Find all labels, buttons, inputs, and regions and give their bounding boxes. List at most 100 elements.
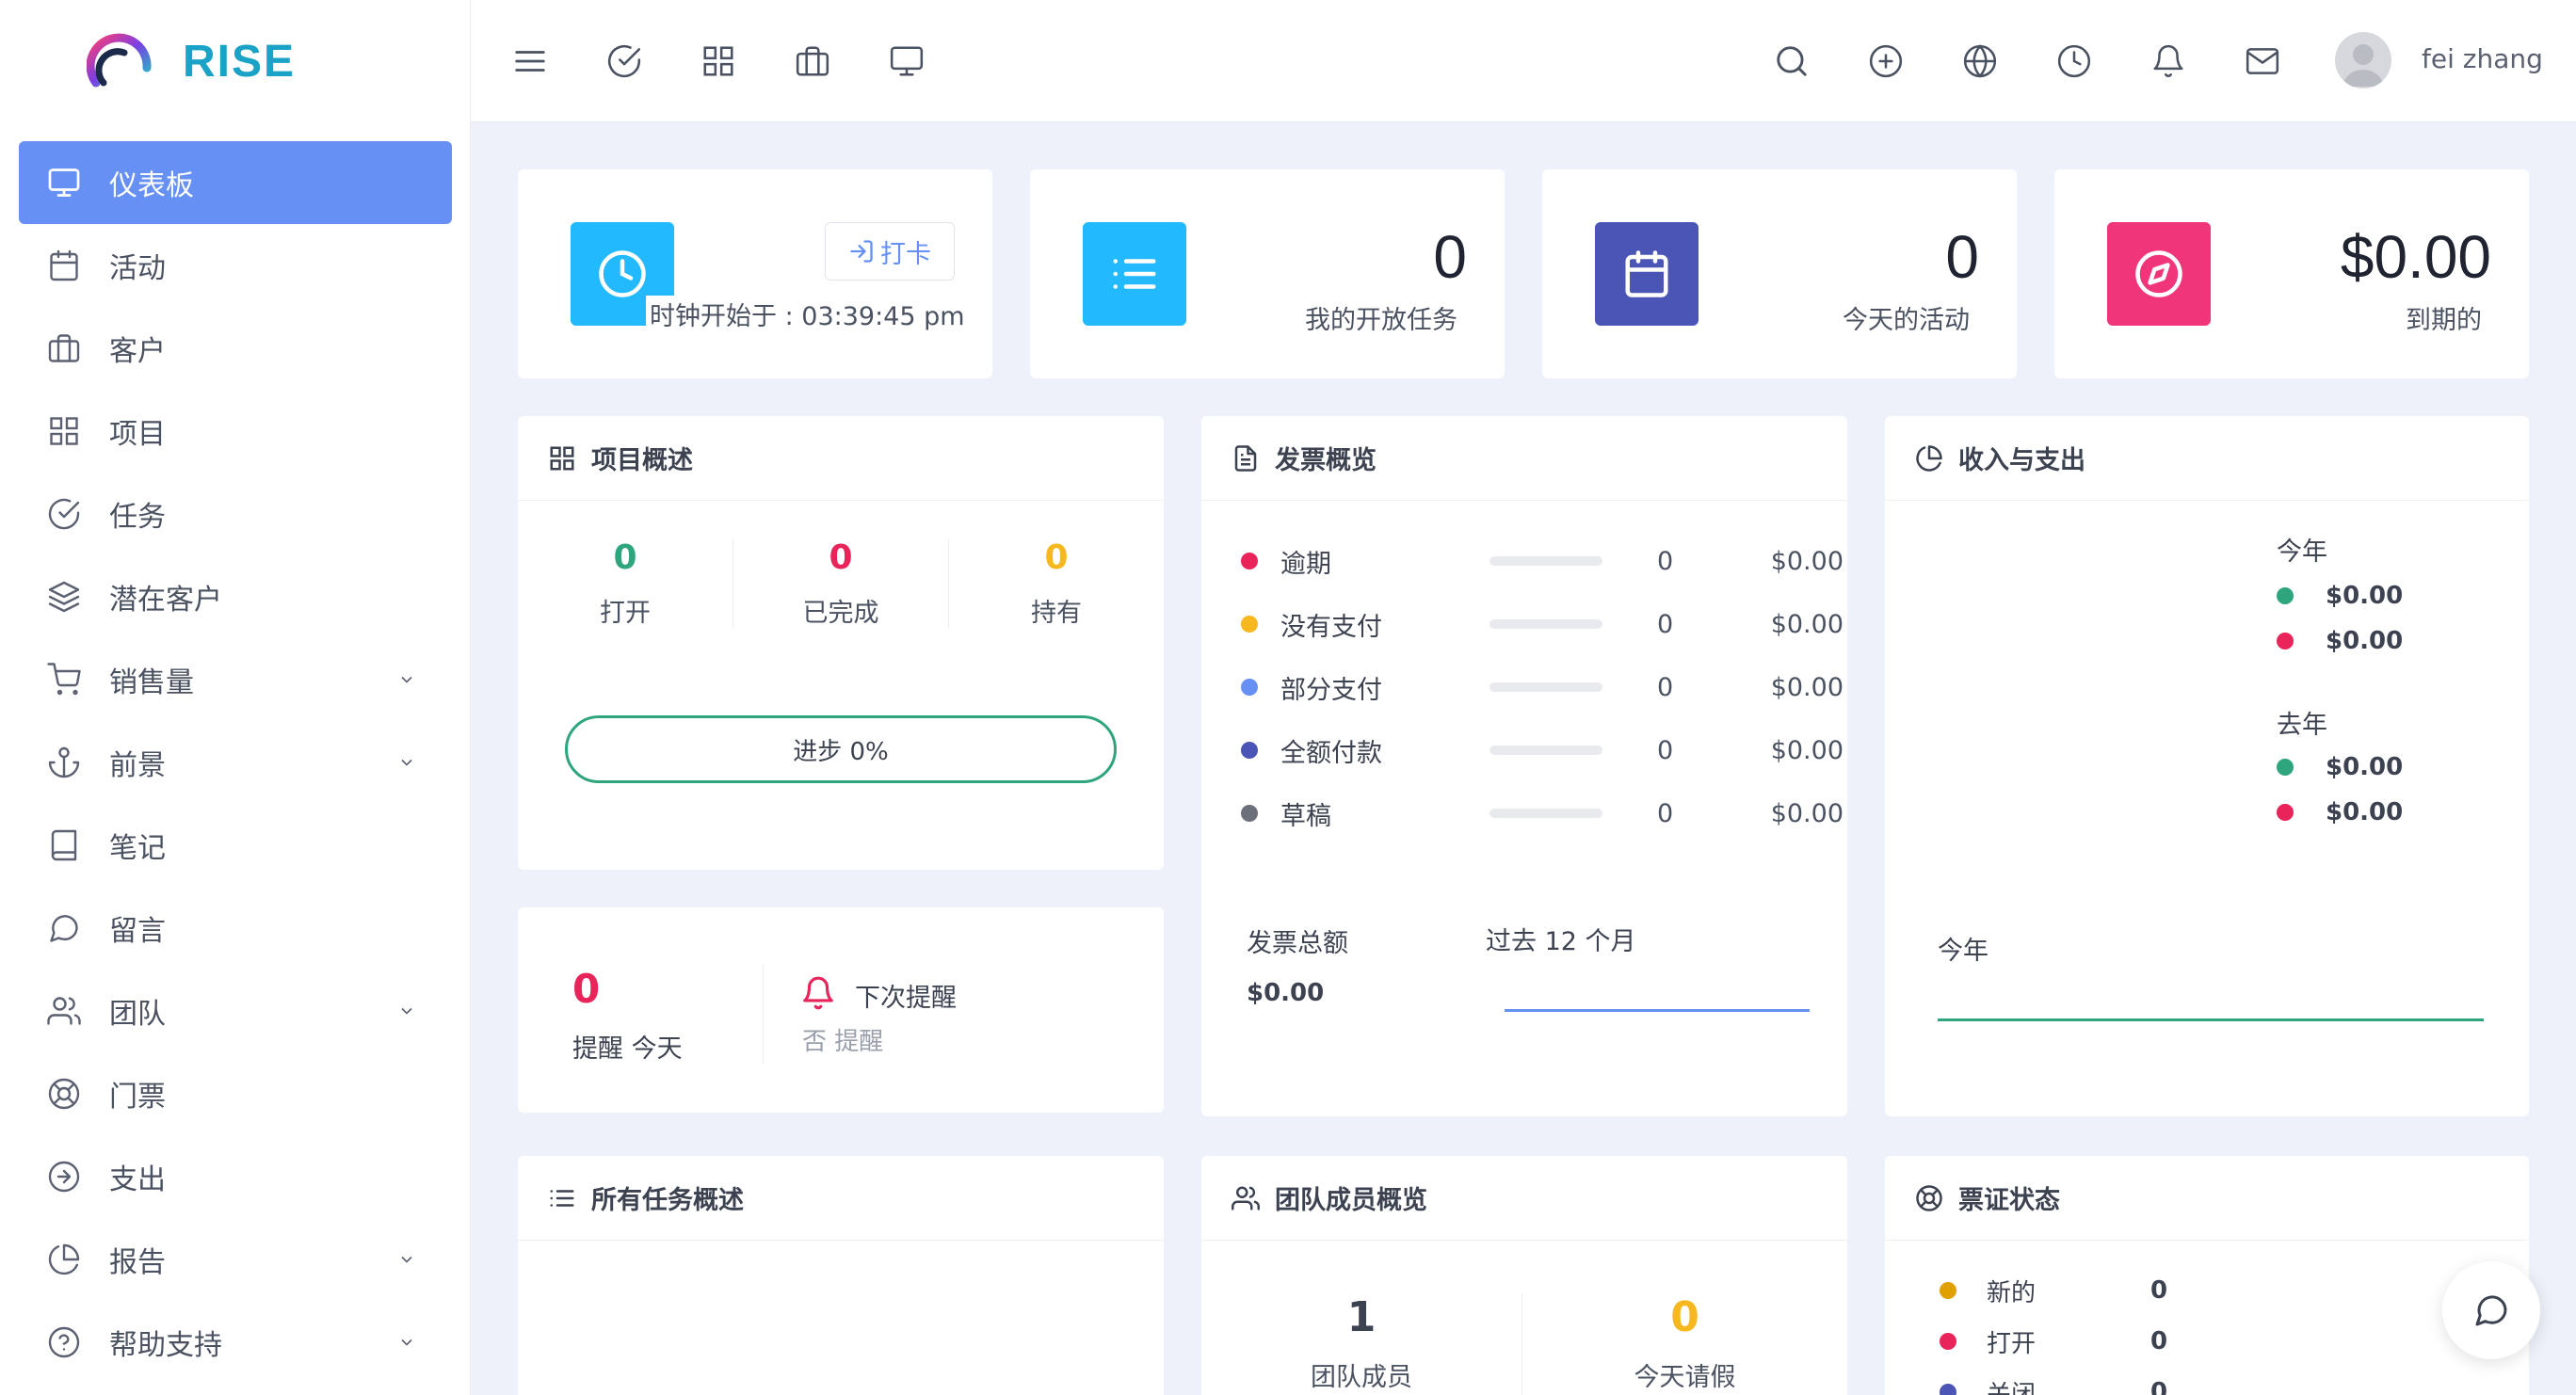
invoice-row-not-paid[interactable]: 没有支付 0 $0.00 (1241, 605, 1843, 643)
help-circle-icon (45, 1323, 83, 1361)
events-today-card[interactable]: 0 今天的活动 (1542, 169, 2017, 378)
sidebar-item-tasks[interactable]: 任务 (19, 473, 452, 555)
sidebar-item-notes[interactable]: 笔记 (19, 804, 452, 887)
sidebar-item-label: 团队 (109, 998, 166, 1031)
sidebar-item-label: 活动 (109, 252, 166, 285)
income-dot (2277, 759, 2294, 776)
punch-in-label: 打卡 (880, 239, 931, 269)
message-icon (2475, 1295, 2507, 1326)
sidebar-item-dashboard[interactable]: 仪表板 (19, 141, 452, 224)
card-header: 票证状态 (1885, 1156, 2529, 1241)
this-year-income-value: $0.00 (2326, 582, 2404, 610)
grid-icon[interactable] (697, 40, 740, 83)
search-icon[interactable] (1770, 40, 1813, 83)
invoice-total-value: $0.00 (1247, 979, 1325, 1007)
this-year-income: $0.00 (2277, 582, 2403, 610)
ticket-row-open[interactable]: 打开 0 (1940, 1327, 2167, 1358)
list-icon (550, 1189, 574, 1207)
projects-open-stat[interactable]: 0 打开 (518, 538, 733, 629)
reminders-today-label: 提醒 今天 (572, 1034, 683, 1064)
sidebar-item-projects[interactable]: 项目 (19, 390, 452, 473)
bell-icon[interactable] (2147, 40, 2190, 83)
plus-circle-icon[interactable] (1864, 40, 1908, 83)
events-today-label: 今天的活动 (1843, 306, 1970, 335)
sidebar-item-events[interactable]: 活动 (19, 224, 452, 307)
invoice-row-fully-paid[interactable]: 全额付款 0 $0.00 (1241, 731, 1843, 769)
avatar[interactable] (2335, 32, 2391, 88)
projects-progress-bar: 进步 0% (565, 715, 1117, 783)
lifebuoy-icon (1916, 1184, 1942, 1211)
invoice-period-label: 过去 12 个月 (1486, 927, 1636, 956)
invoice-row-count: 0 (1657, 735, 1674, 765)
no-reminder-label: 否 提醒 (802, 1028, 884, 1056)
sidebar-item-messages[interactable]: 留言 (19, 887, 452, 970)
card-title: 项目概述 (591, 446, 693, 475)
mail-icon[interactable] (2241, 40, 2284, 83)
calendar-icon (1595, 222, 1699, 326)
reminders-card: 0 提醒 今天 下次提醒 否 提醒 (518, 907, 1164, 1113)
punch-in-button[interactable]: 打卡 (825, 222, 955, 281)
invoice-row-partial[interactable]: 部分支付 0 $0.00 (1241, 668, 1843, 706)
invoice-row-amount: $0.00 (1770, 609, 1843, 639)
ticket-status-card: 票证状态 新的 0 打开 0 关闭 0 (1885, 1156, 2529, 1395)
sidebar-item-team[interactable]: 团队 (19, 970, 452, 1052)
sidebar-item-help[interactable]: 帮助支持 (19, 1301, 452, 1384)
grid-icon (45, 412, 83, 450)
ticket-row-count: 0 (2150, 1378, 2168, 1395)
pie-chart-icon (1916, 444, 1942, 472)
projects-hold-count: 0 (1044, 538, 1069, 577)
last-year-label: 去年 (2277, 711, 2327, 740)
sidebar-item-label: 前景 (109, 749, 166, 782)
brand-logo[interactable]: RISE (87, 30, 296, 92)
clock-icon[interactable] (2053, 40, 2096, 83)
invoice-row-amount: $0.00 (1770, 672, 1843, 702)
projects-completed-stat[interactable]: 0 已完成 (733, 538, 948, 629)
menu-toggle-icon[interactable] (508, 40, 552, 83)
sidebar-item-clients[interactable]: 客户 (19, 307, 452, 390)
invoice-row-label: 全额付款 (1280, 738, 1382, 768)
user-name[interactable]: fei zhang (2422, 43, 2543, 74)
users-icon (45, 992, 83, 1030)
chevron-down-icon (401, 676, 412, 683)
on-leave-stat[interactable]: 0 今天请假 (1522, 1293, 1847, 1393)
sidebar-item-label: 任务 (109, 501, 166, 534)
sidebar-item-label: 仪表板 (109, 169, 194, 202)
ticket-row-label: 新的 (1987, 1278, 2037, 1307)
invoice-row-draft[interactable]: 草稿 0 $0.00 (1241, 794, 1843, 832)
pie-chart-icon (45, 1241, 83, 1278)
invoice-row-amount: $0.00 (1770, 735, 1843, 765)
team-members-stat[interactable]: 1 团队成员 (1201, 1293, 1521, 1393)
invoice-row-overdue[interactable]: 逾期 0 $0.00 (1241, 542, 1843, 580)
sidebar-item-label: 笔记 (109, 832, 166, 865)
chart-year-label: 今年 (1938, 937, 1988, 966)
chat-bubble-button[interactable] (2442, 1261, 2540, 1359)
open-tasks-card[interactable]: 0 我的开放任务 (1030, 169, 1505, 378)
ticket-row-new[interactable]: 新的 0 (1940, 1276, 2167, 1307)
check-circle-icon[interactable] (603, 40, 646, 83)
sidebar-item-sales[interactable]: 销售量 (19, 638, 452, 721)
card-header: 收入与支出 (1885, 416, 2529, 501)
due-card[interactable]: $0.00 到期的 (2054, 169, 2529, 378)
globe-icon[interactable] (1958, 40, 2002, 83)
clock-started-text: 时钟开始于 : 03:39:45 pm (646, 296, 965, 332)
sidebar-item-prospects[interactable]: 前景 (19, 721, 452, 804)
sidebar-item-tickets[interactable]: 门票 (19, 1052, 452, 1135)
sidebar-item-label: 帮助支持 (109, 1329, 222, 1362)
chevron-down-icon (401, 759, 412, 766)
sidebar-item-reports[interactable]: 报告 (19, 1218, 452, 1301)
invoice-progress-bar (1489, 619, 1602, 629)
sidebar-item-expenses[interactable]: 支出 (19, 1135, 452, 1218)
users-icon (1232, 1186, 1260, 1210)
briefcase-icon[interactable] (791, 40, 834, 83)
sidebar-item-label: 销售量 (109, 666, 194, 699)
next-reminder-label[interactable]: 下次提醒 (855, 977, 957, 1014)
monitor-icon[interactable] (885, 40, 928, 83)
ticket-row-closed[interactable]: 关闭 0 (1940, 1378, 2167, 1395)
sidebar-item-label: 客户 (109, 335, 166, 368)
sidebar-item-leads[interactable]: 潜在客户 (19, 555, 452, 638)
status-dot (1940, 1333, 1956, 1350)
cart-icon (45, 661, 83, 698)
due-label: 到期的 (2406, 306, 2482, 335)
on-leave-count: 0 (1670, 1293, 1699, 1341)
projects-hold-stat[interactable]: 0 持有 (949, 538, 1164, 629)
